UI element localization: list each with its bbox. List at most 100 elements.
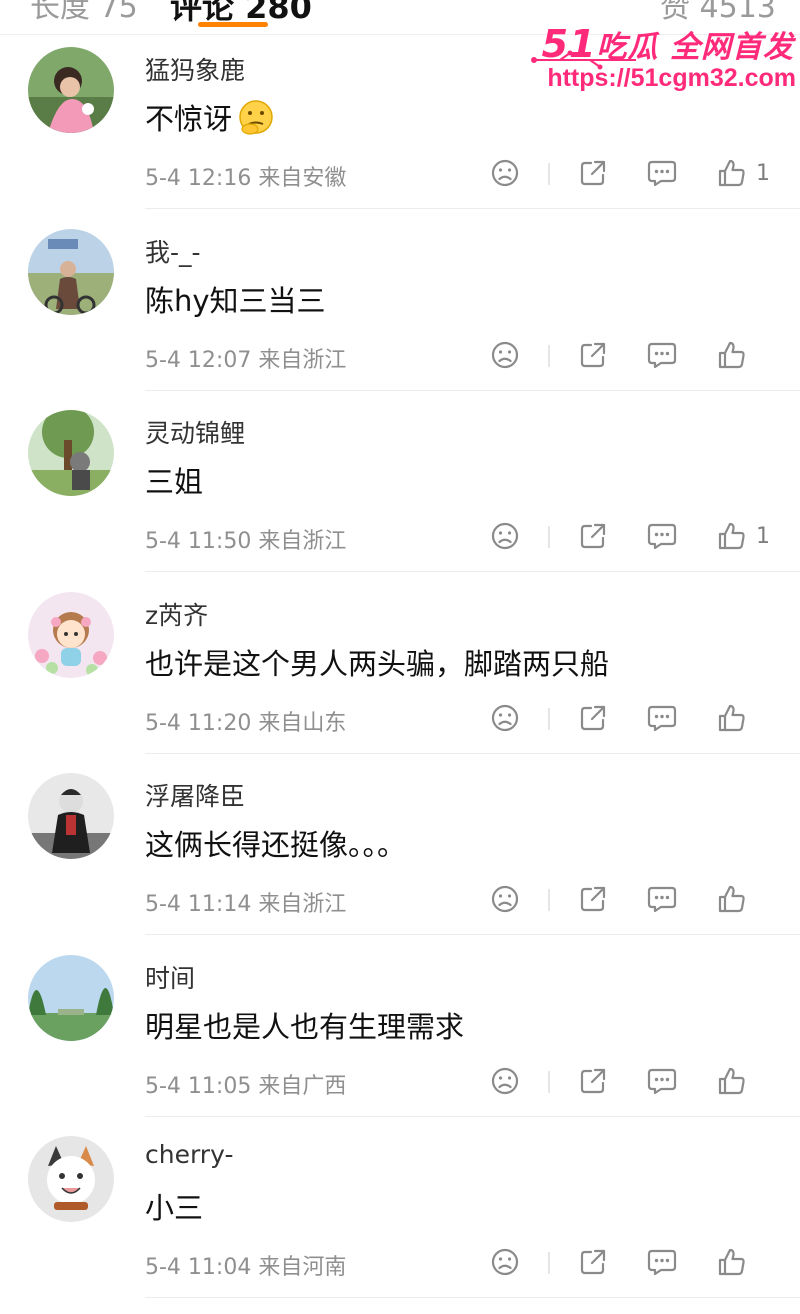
frown-icon xyxy=(490,884,520,914)
comment-icon xyxy=(646,1066,678,1096)
divider xyxy=(548,163,550,185)
like-button[interactable] xyxy=(716,1242,748,1282)
share-icon xyxy=(578,1066,608,1096)
thumbs-up-icon xyxy=(716,1065,748,1097)
dislike-button[interactable] xyxy=(490,335,520,375)
reply-button[interactable] xyxy=(646,335,678,375)
avatar[interactable] xyxy=(28,773,114,859)
thumbs-up-icon xyxy=(716,520,748,552)
reply-button[interactable] xyxy=(646,1061,678,1101)
share-icon xyxy=(578,703,608,733)
frown-icon xyxy=(490,340,520,370)
frown-icon xyxy=(490,158,520,188)
divider xyxy=(548,345,550,367)
commenter-name[interactable]: 猛犸象鹿 xyxy=(145,51,245,87)
reply-button[interactable] xyxy=(646,1242,678,1282)
comment-icon xyxy=(646,521,678,551)
share-button[interactable] xyxy=(578,698,608,738)
divider xyxy=(548,889,550,911)
avatar[interactable] xyxy=(28,47,114,133)
tab-reposts[interactable]: 长度 75 xyxy=(30,0,138,26)
comment-location: 来自浙江 xyxy=(258,892,347,917)
divider xyxy=(548,1252,550,1274)
comment-item: 时间 明星也是人也有生理需求 5-4 11:05 来自广西 xyxy=(0,953,800,1133)
comment-location: 来自山东 xyxy=(258,711,347,736)
reply-button[interactable] xyxy=(646,879,678,919)
row-divider xyxy=(145,390,800,391)
commenter-name[interactable]: 浮屠降臣 xyxy=(145,777,245,813)
comment-meta: 5-4 11:05 来自广西 xyxy=(145,1068,346,1100)
reply-button[interactable] xyxy=(646,516,678,556)
comment-time: 5-4 11:50 xyxy=(145,529,252,554)
comment-meta: 5-4 11:04 来自河南 xyxy=(145,1249,346,1281)
comment-actions xyxy=(480,1061,780,1101)
comment-time: 5-4 11:05 xyxy=(145,1074,252,1099)
frown-icon xyxy=(490,703,520,733)
divider xyxy=(548,1071,550,1093)
comment-location: 来自广西 xyxy=(258,1074,347,1099)
share-button[interactable] xyxy=(578,879,608,919)
share-icon xyxy=(578,1247,608,1277)
dislike-button[interactable] xyxy=(490,879,520,919)
comment-text: 不惊讶🤔 xyxy=(145,96,276,138)
thumbs-up-icon xyxy=(716,702,748,734)
dislike-button[interactable] xyxy=(490,516,520,556)
avatar[interactable] xyxy=(28,410,114,496)
share-button[interactable] xyxy=(578,516,608,556)
share-button[interactable] xyxy=(578,153,608,193)
dislike-button[interactable] xyxy=(490,153,520,193)
avatar[interactable] xyxy=(28,955,114,1041)
thinking-emoji-icon xyxy=(232,100,276,136)
comment-icon xyxy=(646,340,678,370)
comment-text: 也许是这个男人两头骗，脚踏两只船 xyxy=(145,641,609,683)
reply-button[interactable] xyxy=(646,153,678,193)
commenter-name[interactable]: 灵动锦鲤 xyxy=(145,414,245,450)
share-button[interactable] xyxy=(578,335,608,375)
avatar[interactable] xyxy=(28,1136,114,1222)
comment-actions xyxy=(480,335,780,375)
divider xyxy=(548,708,550,730)
row-divider xyxy=(145,753,800,754)
comment-text: 这俩长得还挺像。。。 xyxy=(145,822,406,864)
dislike-button[interactable] xyxy=(490,1242,520,1282)
comment-text-content: 小三 xyxy=(145,1191,204,1225)
commenter-name[interactable]: 时间 xyxy=(145,959,195,995)
comment-time: 5-4 11:14 xyxy=(145,892,252,917)
avatar[interactable] xyxy=(28,592,114,678)
like-button[interactable]: 1 xyxy=(716,516,770,556)
comment-text: 陈hy知三当三 xyxy=(145,278,326,320)
comment-meta: 5-4 12:07 来自浙江 xyxy=(145,342,346,374)
like-button[interactable] xyxy=(716,879,748,919)
divider xyxy=(548,526,550,548)
frown-icon xyxy=(490,521,520,551)
row-divider xyxy=(145,1297,800,1298)
comment-text-content: 陈hy知三当三 xyxy=(145,284,326,318)
share-icon xyxy=(578,340,608,370)
dislike-button[interactable] xyxy=(490,1061,520,1101)
share-button[interactable] xyxy=(578,1061,608,1101)
commenter-name[interactable]: cherry- xyxy=(145,1140,233,1169)
reply-button[interactable] xyxy=(646,698,678,738)
thumbs-up-icon xyxy=(716,1246,748,1278)
row-divider xyxy=(145,208,800,209)
comment-icon xyxy=(646,1247,678,1277)
comment-text: 小三 xyxy=(145,1185,203,1227)
like-button[interactable] xyxy=(716,1061,748,1101)
commenter-name[interactable]: 我-_- xyxy=(145,233,201,269)
share-button[interactable] xyxy=(578,1242,608,1282)
like-button[interactable] xyxy=(716,698,748,738)
comment-meta: 5-4 11:14 来自浙江 xyxy=(145,886,346,918)
row-divider xyxy=(145,1116,800,1117)
active-tab-indicator xyxy=(198,22,268,27)
comment-item: 浮屠降臣 这俩长得还挺像。。。 5-4 11:14 来自浙江 xyxy=(0,771,800,951)
dislike-button[interactable] xyxy=(490,698,520,738)
comment-time: 5-4 11:20 xyxy=(145,711,252,736)
like-button[interactable] xyxy=(716,335,748,375)
commenter-name[interactable]: z芮齐 xyxy=(145,596,208,632)
comment-actions: 1 xyxy=(480,153,780,193)
share-icon xyxy=(578,158,608,188)
like-button[interactable]: 1 xyxy=(716,153,770,193)
comment-meta: 5-4 11:50 来自浙江 xyxy=(145,523,346,555)
avatar[interactable] xyxy=(28,229,114,315)
comment-item: cherry- 小三 5-4 11:04 来自河南 xyxy=(0,1134,800,1314)
